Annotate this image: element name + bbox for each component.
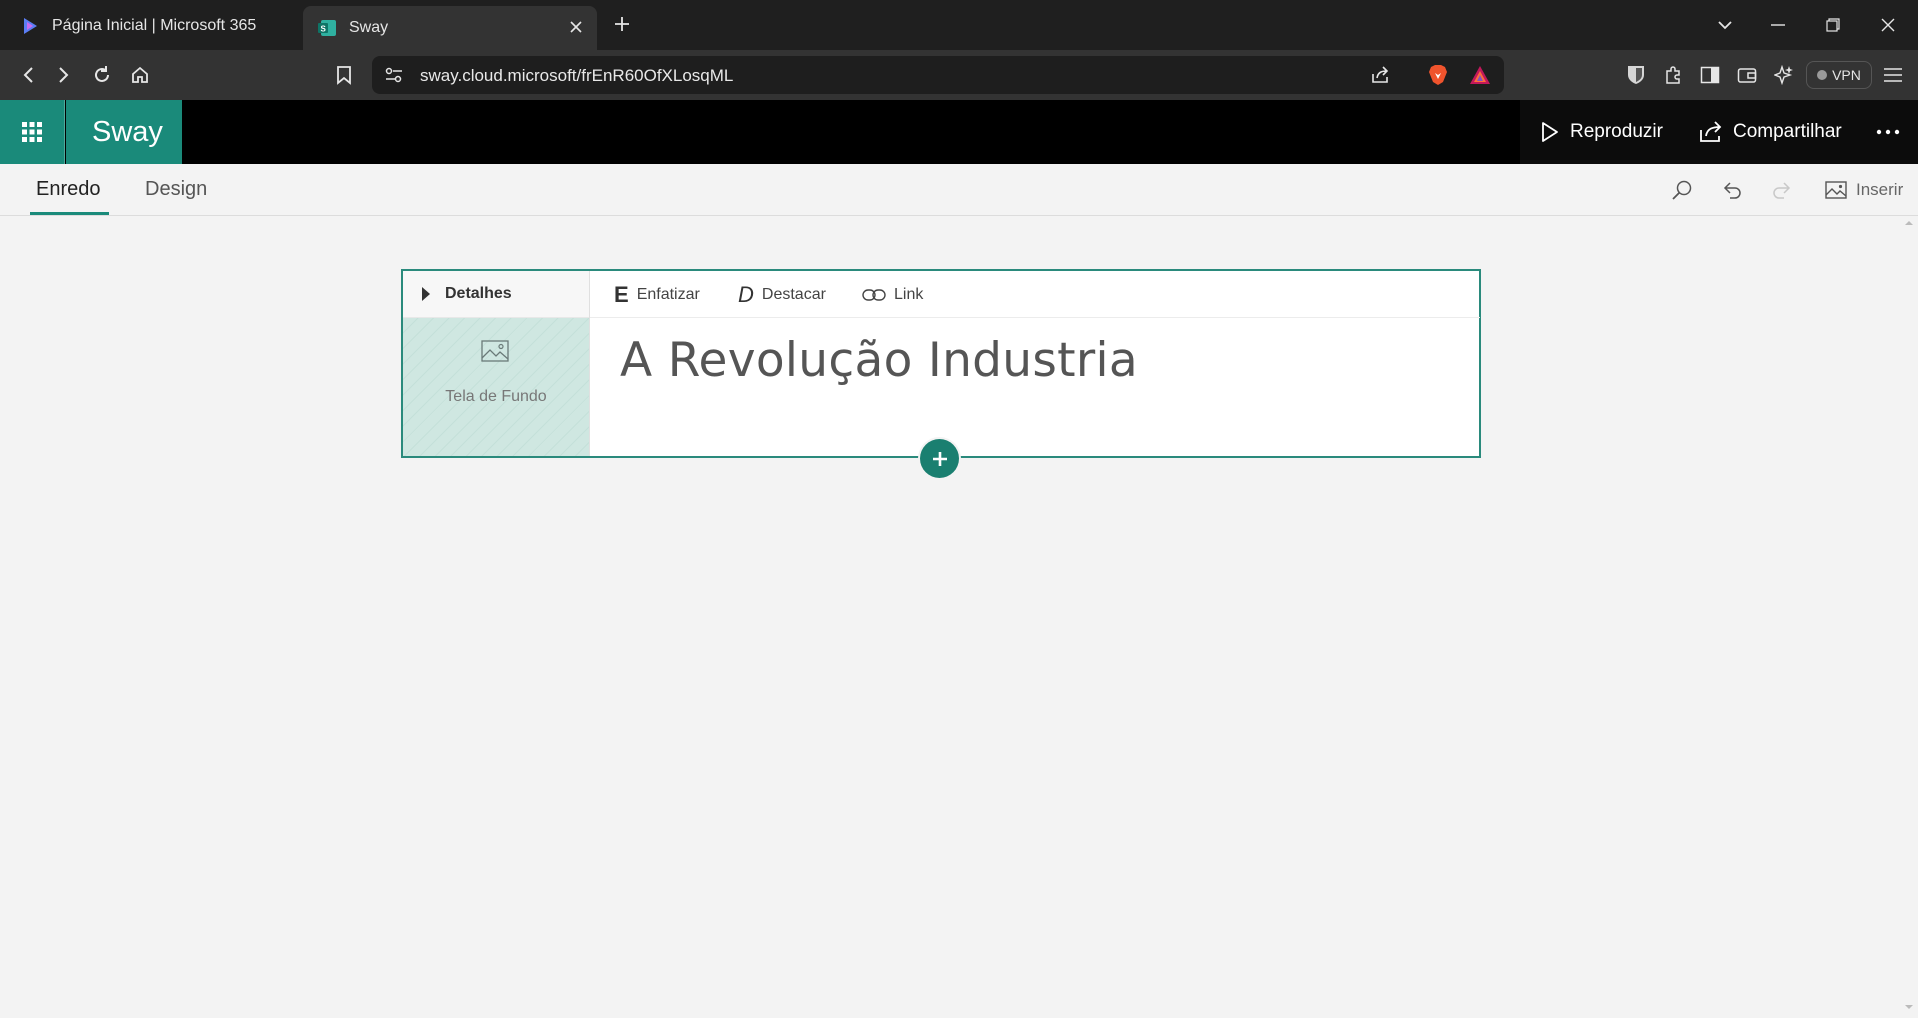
emphasize-label: Enfatizar [636, 286, 700, 303]
browser-tab-sway[interactable]: S Sway [303, 6, 597, 50]
sidebar-icon[interactable] [1698, 63, 1722, 87]
header-commands: Reproduzir Compartilhar [1520, 100, 1918, 164]
share-page-icon[interactable] [1368, 63, 1392, 87]
ribbon-tabs: Enredo Design Inserir [0, 164, 1918, 216]
highlight-button[interactable]: D Destacar [738, 282, 826, 307]
extensions-icon[interactable] [1661, 63, 1685, 87]
scroll-down-arrow-icon[interactable] [1904, 1004, 1914, 1010]
back-icon[interactable] [14, 61, 42, 89]
sway-icon: S [317, 18, 337, 38]
tab-enredo[interactable]: Enredo [36, 178, 101, 201]
plus-icon [932, 451, 947, 466]
restore-icon[interactable] [1818, 10, 1848, 40]
tab-title: Página Inicial | Microsoft 365 [52, 17, 257, 34]
share-label: Compartilhar [1733, 121, 1842, 142]
image-placeholder-icon [481, 340, 509, 362]
insert-label: Inserir [1856, 180, 1904, 199]
close-window-icon[interactable] [1873, 10, 1903, 40]
app-launcher-icon[interactable] [0, 100, 65, 164]
insert-image-icon [1825, 181, 1847, 199]
expand-triangle-icon [422, 287, 430, 301]
card-sidebar: Detalhes Tela de Fundo [403, 271, 589, 456]
copilot-icon [20, 16, 40, 36]
emphasize-button[interactable]: E Enfatizar [614, 282, 700, 307]
leo-ai-icon[interactable] [1772, 63, 1796, 87]
vpn-status-icon [1817, 70, 1828, 80]
card-editor: E Enfatizar D Destacar Link A Revolução … [589, 271, 1480, 456]
details-label: Detalhes [445, 285, 512, 302]
brave-shields-icon[interactable] [1426, 63, 1450, 87]
highlight-label: Destacar [761, 286, 826, 303]
link-button[interactable]: Link [862, 283, 923, 307]
active-tab-indicator [30, 212, 109, 215]
insert-button[interactable]: Inserir [1825, 176, 1903, 204]
play-button[interactable]: Reproduzir [1540, 100, 1663, 164]
share-button[interactable]: Compartilhar [1699, 100, 1842, 164]
app-brand[interactable]: Sway [66, 100, 182, 164]
address-bar[interactable]: sway.cloud.microsoft/frEnR60OfXLosqML [372, 56, 1504, 94]
site-settings-icon[interactable] [382, 63, 406, 87]
title-card[interactable]: Detalhes Tela de Fundo E Enfatizar D Des… [401, 269, 1481, 458]
bookmark-icon[interactable] [330, 61, 358, 89]
url-text: sway.cloud.microsoft/frEnR60OfXLosqML [420, 66, 734, 85]
play-label: Reproduzir [1570, 121, 1663, 142]
details-toggle[interactable]: Detalhes [403, 271, 589, 318]
browser-toolbar: sway.cloud.microsoft/frEnR60OfXLosqML VP… [0, 50, 1918, 100]
sway-title-text[interactable]: A Revolução Industria [620, 333, 1138, 388]
new-tab-icon[interactable] [610, 12, 634, 36]
browser-tab-microsoft365[interactable]: Página Inicial | Microsoft 365 [10, 6, 290, 46]
close-tab-icon[interactable] [565, 16, 587, 38]
tab-design[interactable]: Design [145, 178, 207, 201]
vpn-label: VPN [1832, 67, 1861, 83]
wallet-icon[interactable] [1735, 63, 1759, 87]
brave-rewards-icon[interactable] [1468, 63, 1492, 87]
emphasize-icon: E [614, 282, 629, 307]
format-toolbar: E Enfatizar D Destacar Link [590, 271, 1480, 318]
undo-icon[interactable] [1718, 176, 1746, 204]
tab-search-chevron-icon[interactable] [1710, 10, 1740, 40]
background-placeholder[interactable]: Tela de Fundo [403, 318, 589, 456]
redo-icon[interactable] [1768, 176, 1796, 204]
hamburger-menu-icon[interactable] [1881, 63, 1905, 87]
bitwarden-icon[interactable] [1624, 63, 1648, 87]
tab-title: Sway [349, 19, 389, 36]
link-label: Link [894, 286, 924, 303]
link-icon [862, 289, 886, 301]
scroll-up-arrow-icon[interactable] [1904, 220, 1914, 226]
highlight-icon: D [738, 282, 754, 307]
play-icon [1542, 122, 1558, 142]
add-content-button[interactable] [920, 439, 959, 478]
vpn-button[interactable]: VPN [1806, 61, 1872, 89]
app-header: Sway Reproduzir Compartilhar [0, 100, 1918, 164]
forward-icon[interactable] [50, 61, 78, 89]
svg-text:S: S [321, 25, 327, 34]
more-options-icon[interactable] [1876, 100, 1900, 164]
background-label: Tela de Fundo [445, 388, 547, 405]
share-icon [1700, 121, 1722, 142]
reload-icon[interactable] [88, 61, 116, 89]
minimize-icon[interactable] [1763, 10, 1793, 40]
browser-tabstrip: Página Inicial | Microsoft 365 S Sway [0, 0, 1918, 50]
home-icon[interactable] [126, 61, 154, 89]
search-icon[interactable] [1668, 176, 1696, 204]
